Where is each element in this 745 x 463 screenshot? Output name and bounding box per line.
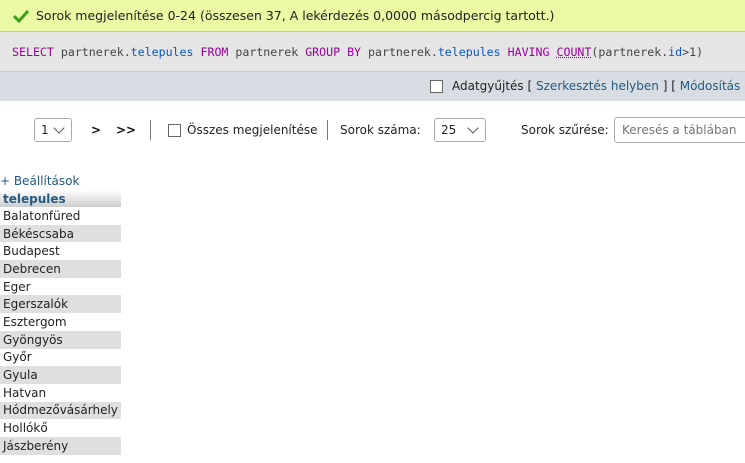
table-row[interactable]: Hódmezővásárhely: [0, 401, 121, 420]
sql-field: telepules: [130, 44, 194, 59]
chevron-down-icon: [467, 122, 479, 134]
page-select-value: 1: [41, 123, 49, 137]
table-row[interactable]: Gyula: [0, 366, 121, 384]
bracket: [: [527, 79, 533, 93]
chevron-down-icon: [53, 122, 65, 134]
sql-text: (partnerek.: [591, 44, 669, 59]
table-row[interactable]: Békéscsaba: [0, 224, 121, 243]
show-all-label: Összes megjelenítése: [187, 123, 318, 137]
rows-count-label: Sorok száma:: [340, 123, 421, 137]
cell-telepules[interactable]: Hollókő: [0, 419, 121, 437]
page-select[interactable]: 1: [34, 118, 72, 142]
table-row[interactable]: Esztergom: [0, 313, 121, 331]
table-row[interactable]: Debrecen: [0, 260, 121, 278]
column-header-telepules[interactable]: telepules: [0, 190, 121, 207]
divider: [327, 120, 328, 140]
sql-text: partnerek.: [361, 44, 438, 59]
check-icon: [10, 5, 32, 27]
show-all-checkbox[interactable]: [168, 124, 181, 137]
edit-link[interactable]: Módosítás: [680, 79, 741, 93]
cell-telepules[interactable]: Balatonfüred: [0, 207, 121, 225]
sql-keyword: SELECT: [12, 44, 54, 59]
cell-telepules[interactable]: Budapest: [0, 242, 121, 261]
sql-field: id: [668, 44, 683, 59]
table-row[interactable]: Balatonfüred: [0, 207, 121, 225]
cell-telepules[interactable]: Jászberény: [0, 436, 121, 455]
table-row[interactable]: Hollókő: [0, 419, 121, 437]
table-row[interactable]: Gyöngyös: [0, 330, 121, 349]
cell-telepules[interactable]: Eger: [0, 277, 121, 296]
table-row[interactable]: Jászberény: [0, 436, 121, 455]
inline-edit-link[interactable]: Szerkesztés helyben: [536, 79, 659, 93]
results-body: Balatonfüred Békéscsaba Budapest Debrecen Eg…: [0, 207, 121, 455]
options-link[interactable]: + Beállítások: [0, 174, 79, 188]
cell-telepules[interactable]: Gyöngyös: [0, 330, 121, 349]
table-row[interactable]: Eger: [0, 277, 121, 296]
filter-rows-label: Sorok szűrése:: [521, 123, 609, 137]
table-row[interactable]: Hatvan: [0, 383, 121, 402]
bracket: ] [: [662, 79, 676, 93]
next-page-button[interactable]: >: [91, 123, 101, 137]
success-message-text: Sorok megjelenítése 0-24 (összesen 37, A…: [36, 8, 555, 23]
cell-telepules[interactable]: Gyula: [0, 366, 121, 384]
sql-text: >1): [682, 44, 704, 59]
sql-keyword: GROUP BY: [305, 44, 362, 59]
cell-telepules[interactable]: Győr: [0, 348, 121, 367]
sql-query-box: SELECT partnerek.telepules FROM partnere…: [0, 32, 745, 71]
rows-count-select[interactable]: 25: [434, 118, 486, 142]
rows-count-value: 25: [441, 123, 457, 137]
results-table: telepules Balatonfüred Békéscsaba Budapest…: [0, 190, 121, 455]
last-page-button[interactable]: >>: [116, 123, 136, 137]
query-tools-links: Adatgyűjtés [ Szerkesztés helyben ] [ Mó…: [452, 79, 745, 93]
profiling-label: Adatgyűjtés: [452, 79, 524, 93]
cell-telepules[interactable]: Békéscsaba: [0, 224, 121, 243]
query-tools-bar: Adatgyűjtés [ Szerkesztés helyben ] [ Mó…: [0, 71, 745, 101]
table-row[interactable]: Budapest: [0, 242, 121, 261]
sql-function-link[interactable]: COUNT: [556, 45, 591, 59]
cell-telepules[interactable]: Hatvan: [0, 383, 121, 402]
success-message-bar: Sorok megjelenítése 0-24 (összesen 37, A…: [0, 0, 745, 32]
cell-telepules[interactable]: Debrecen: [0, 260, 121, 278]
sql-text: partnerek: [228, 44, 306, 59]
sql-keyword: HAVING: [500, 44, 557, 59]
cell-telepules[interactable]: Hódmezővásárhely: [0, 401, 121, 420]
divider: [150, 120, 151, 140]
sql-keyword: FROM: [193, 44, 229, 59]
table-row[interactable]: Egerszalók: [0, 295, 121, 314]
sql-query: SELECT partnerek.telepules FROM partnere…: [12, 45, 703, 59]
cell-telepules[interactable]: Egerszalók: [0, 295, 121, 314]
table-row[interactable]: Győr: [0, 348, 121, 367]
cell-telepules[interactable]: Esztergom: [0, 313, 121, 331]
sql-text: partnerek.: [53, 44, 131, 59]
sql-field: telepules: [437, 44, 501, 59]
table-search-input[interactable]: [614, 117, 745, 143]
profiling-checkbox[interactable]: [430, 80, 443, 93]
